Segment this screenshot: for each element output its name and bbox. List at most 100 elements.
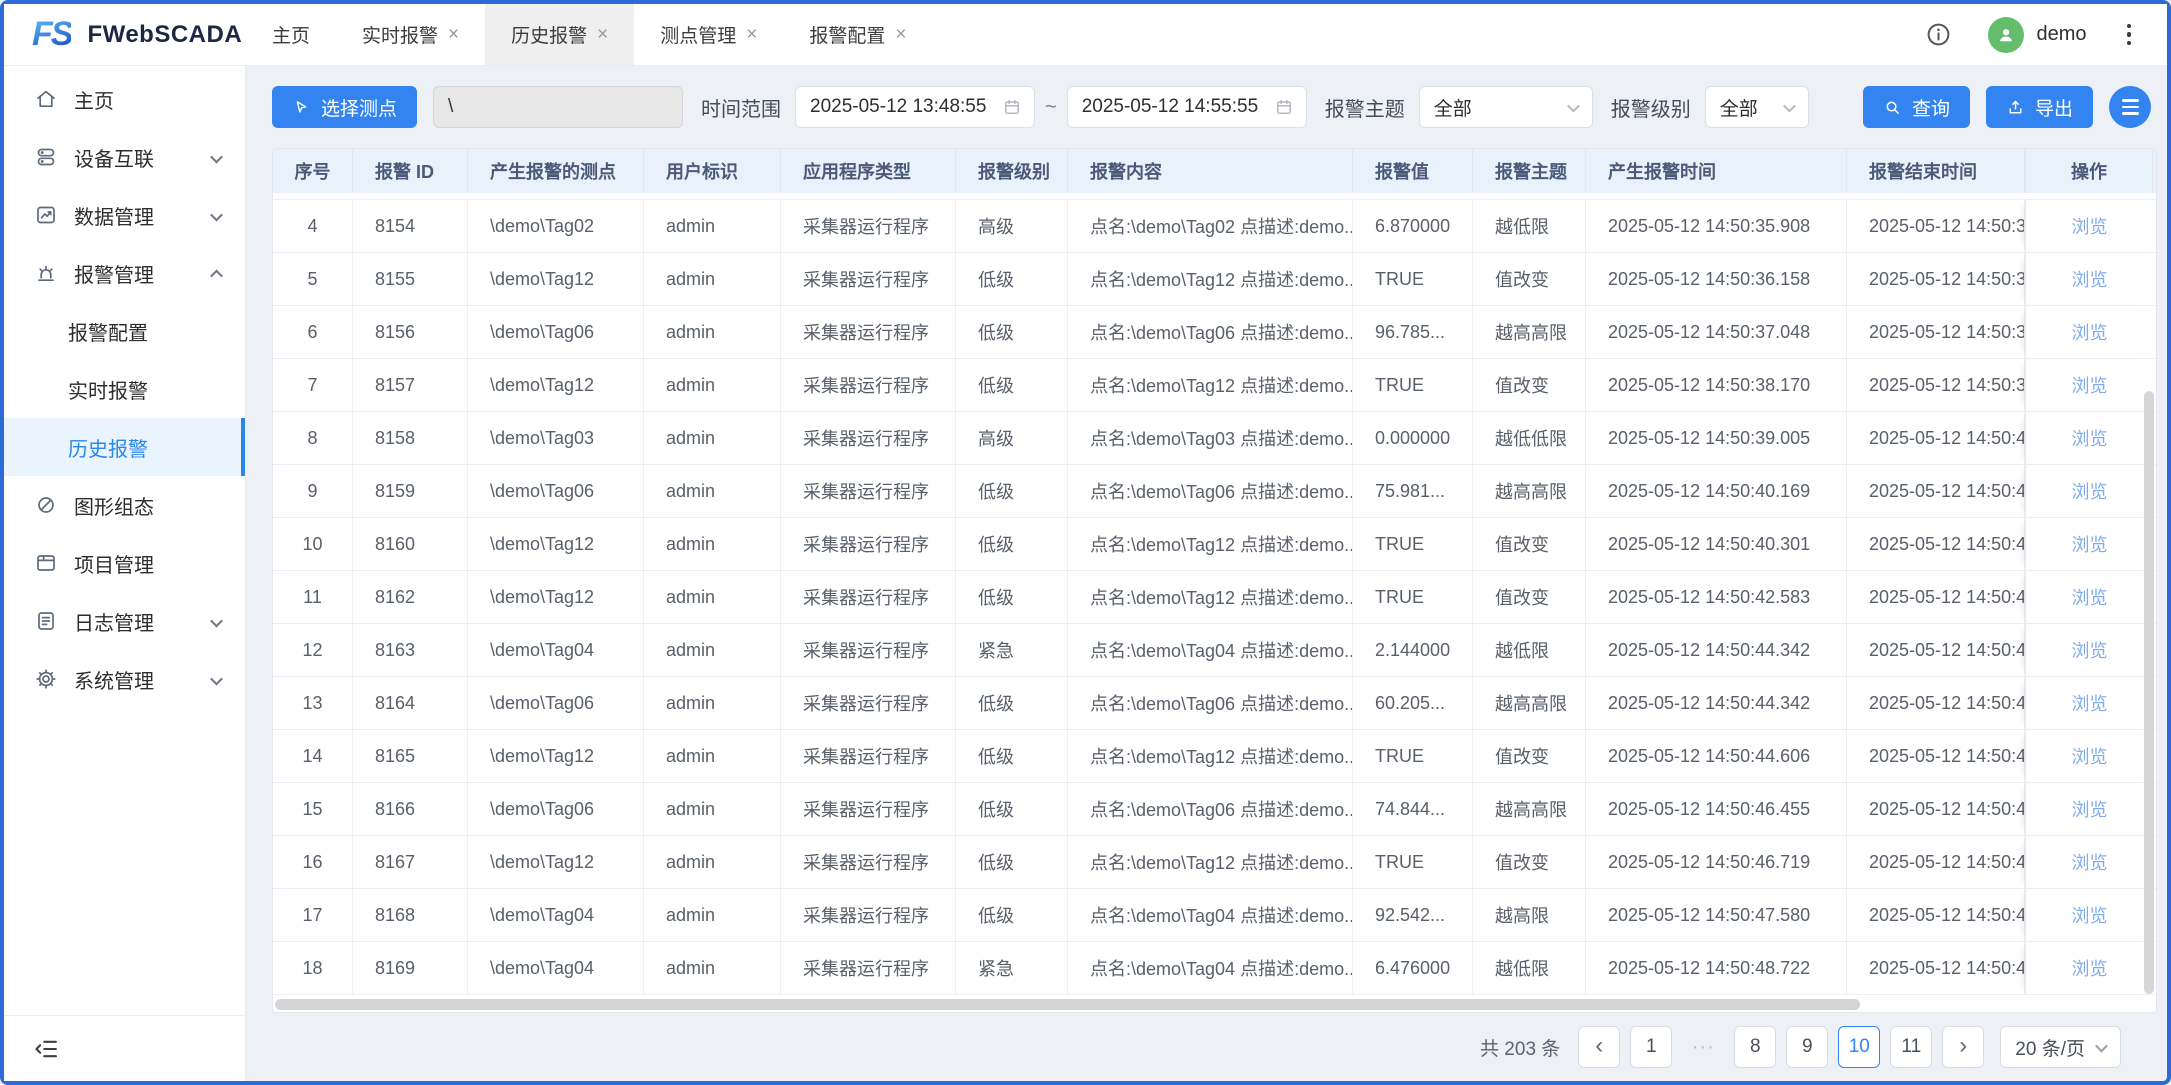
page-button-8[interactable]: 8 (1734, 1026, 1776, 1068)
table-row[interactable]: 14 8165 \demo\Tag12 admin 采集器运行程序 低级 点名:… (273, 730, 2156, 783)
column-header: 产生报警的测点 (468, 149, 644, 193)
device-icon (34, 145, 58, 169)
page-button-10-active[interactable]: 10 (1838, 1026, 1880, 1068)
chevron-down-icon (212, 668, 221, 691)
cell-app-type: 采集器运行程序 (781, 889, 956, 941)
browse-link[interactable]: 浏览 (2072, 319, 2108, 345)
page-button-11[interactable]: 11 (1890, 1026, 1932, 1068)
browse-link[interactable]: 浏览 (2072, 955, 2108, 981)
browse-link[interactable]: 浏览 (2072, 796, 2108, 822)
browse-link[interactable]: 浏览 (2072, 902, 2108, 928)
sidebar-item-device-interconnect[interactable]: 设备互联 (4, 128, 245, 186)
tab-point-management[interactable]: 测点管理 × (634, 4, 783, 65)
table-row[interactable]: 6 8156 \demo\Tag06 admin 采集器运行程序 低级 点名:\… (273, 306, 2156, 359)
cell-alarm-id: 8154 (353, 200, 468, 252)
sidebar-item-graphics-config[interactable]: 图形组态 (4, 476, 245, 534)
horizontal-scrollbar[interactable] (275, 999, 2140, 1010)
total-count: 共 203 条 (1480, 1034, 1560, 1061)
alarm-subject-select[interactable]: 全部 (1419, 86, 1593, 128)
vertical-scrollbar[interactable] (2144, 201, 2154, 994)
sidebar-item-home[interactable]: 主页 (4, 70, 245, 128)
info-icon[interactable] (1925, 21, 1952, 48)
prev-page-button[interactable]: ‹ (1578, 1026, 1620, 1068)
cell-level: 低级 (956, 889, 1068, 941)
browse-link[interactable]: 浏览 (2072, 743, 2108, 769)
more-pages-button[interactable]: ··· (1682, 1026, 1724, 1068)
table-row[interactable]: 18 8169 \demo\Tag04 admin 采集器运行程序 紧急 点名:… (273, 942, 2156, 995)
time-to-picker[interactable] (1067, 86, 1307, 128)
query-button[interactable]: 查询 (1863, 86, 1970, 128)
table-row[interactable]: 15 8166 \demo\Tag06 admin 采集器运行程序 低级 点名:… (273, 783, 2156, 836)
cell-app-type: 采集器运行程序 (781, 200, 956, 252)
browse-link[interactable]: 浏览 (2072, 425, 2108, 451)
page-size-select[interactable]: 20 条/页 (2000, 1026, 2121, 1068)
sidebar-item-project-management[interactable]: 项目管理 (4, 534, 245, 592)
close-icon[interactable]: × (895, 25, 906, 44)
chevron-down-icon (212, 204, 221, 227)
export-button[interactable]: 导出 (1986, 86, 2093, 128)
close-icon[interactable]: × (448, 25, 459, 44)
tab-realtime-alarm[interactable]: 实时报警 × (336, 4, 485, 65)
table-row[interactable]: 4 8154 \demo\Tag02 admin 采集器运行程序 高级 点名:\… (273, 200, 2156, 253)
table-row[interactable]: 12 8163 \demo\Tag04 admin 采集器运行程序 紧急 点名:… (273, 624, 2156, 677)
column-settings-button[interactable] (2109, 86, 2151, 128)
cell-alarm-id: 8158 (353, 412, 468, 464)
tab-history-alarm[interactable]: 历史报警 × (485, 4, 634, 65)
table-row[interactable]: 10 8160 \demo\Tag12 admin 采集器运行程序 低级 点名:… (273, 518, 2156, 571)
cell-user: admin (644, 465, 781, 517)
table-row[interactable]: 11 8162 \demo\Tag12 admin 采集器运行程序 低级 点名:… (273, 571, 2156, 624)
column-header: 报警内容 (1068, 149, 1353, 193)
table-row[interactable]: 17 8168 \demo\Tag04 admin 采集器运行程序 低级 点名:… (273, 889, 2156, 942)
cell-user: admin (644, 836, 781, 888)
browse-link[interactable]: 浏览 (2072, 266, 2108, 292)
table-row[interactable]: 7 8157 \demo\Tag12 admin 采集器运行程序 低级 点名:\… (273, 359, 2156, 412)
browse-link[interactable]: 浏览 (2072, 478, 2108, 504)
cell-action: 浏览 (2025, 783, 2153, 835)
sidebar-item-log-management[interactable]: 日志管理 (4, 592, 245, 650)
cell-point: \demo\Tag12 (468, 253, 644, 305)
browse-link[interactable]: 浏览 (2072, 372, 2108, 398)
user-menu[interactable]: demo (1988, 17, 2086, 53)
vertical-scrollbar-thumb[interactable] (2144, 391, 2154, 994)
table-row[interactable]: 16 8167 \demo\Tag12 admin 采集器运行程序 低级 点名:… (273, 836, 2156, 889)
cell-alarm-id: 8166 (353, 783, 468, 835)
close-icon[interactable]: × (746, 25, 757, 44)
select-point-button[interactable]: 选择测点 (272, 86, 417, 128)
horizontal-scrollbar-thumb[interactable] (275, 999, 1860, 1010)
sidebar-item-history-alarm[interactable]: 历史报警 (4, 418, 245, 476)
cell-app-type: 采集器运行程序 (781, 730, 956, 782)
column-header: 产生报警时间 (1586, 149, 1847, 193)
tab-alarm-config[interactable]: 报警配置 × (783, 4, 932, 65)
sidebar-item-label: 报警配置 (68, 317, 148, 346)
sidebar-item-realtime-alarm[interactable]: 实时报警 (4, 360, 245, 418)
table-row[interactable]: 5 8155 \demo\Tag12 admin 采集器运行程序 低级 点名:\… (273, 253, 2156, 306)
browse-link[interactable]: 浏览 (2072, 584, 2108, 610)
page-button-1[interactable]: 1 (1630, 1026, 1672, 1068)
next-page-button[interactable]: › (1942, 1026, 1984, 1068)
browse-link[interactable]: 浏览 (2072, 637, 2108, 663)
sidebar-collapse-button[interactable] (4, 1015, 245, 1081)
browse-link[interactable]: 浏览 (2072, 690, 2108, 716)
table-row[interactable]: 13 8164 \demo\Tag06 admin 采集器运行程序 低级 点名:… (273, 677, 2156, 730)
time-from-input[interactable] (810, 96, 1002, 118)
browse-link[interactable]: 浏览 (2072, 531, 2108, 557)
page-button-9[interactable]: 9 (1786, 1026, 1828, 1068)
sidebar-item-system-management[interactable]: 系统管理 (4, 650, 245, 708)
table-row[interactable]: 8 8158 \demo\Tag03 admin 采集器运行程序 高级 点名:\… (273, 412, 2156, 465)
sidebar-item-label: 报警管理 (74, 259, 154, 288)
point-input[interactable] (433, 86, 683, 128)
table-row[interactable]: 9 8159 \demo\Tag06 admin 采集器运行程序 低级 点名:\… (273, 465, 2156, 518)
gear-icon (34, 667, 58, 691)
alarm-level-select[interactable]: 全部 (1705, 86, 1809, 128)
tab-home[interactable]: 主页 (246, 4, 336, 65)
more-menu-icon[interactable] (2123, 20, 2136, 50)
time-to-input[interactable] (1082, 96, 1274, 118)
sidebar-item-alarm-config[interactable]: 报警配置 (4, 302, 245, 360)
time-from-picker[interactable] (795, 86, 1035, 128)
cell-end-time: 2025-05-12 14:50:45.3 (1847, 677, 2025, 729)
sidebar-item-data-management[interactable]: 数据管理 (4, 186, 245, 244)
sidebar-item-alarm-management[interactable]: 报警管理 (4, 244, 245, 302)
browse-link[interactable]: 浏览 (2072, 213, 2108, 239)
close-icon[interactable]: × (597, 25, 608, 44)
browse-link[interactable]: 浏览 (2072, 849, 2108, 875)
